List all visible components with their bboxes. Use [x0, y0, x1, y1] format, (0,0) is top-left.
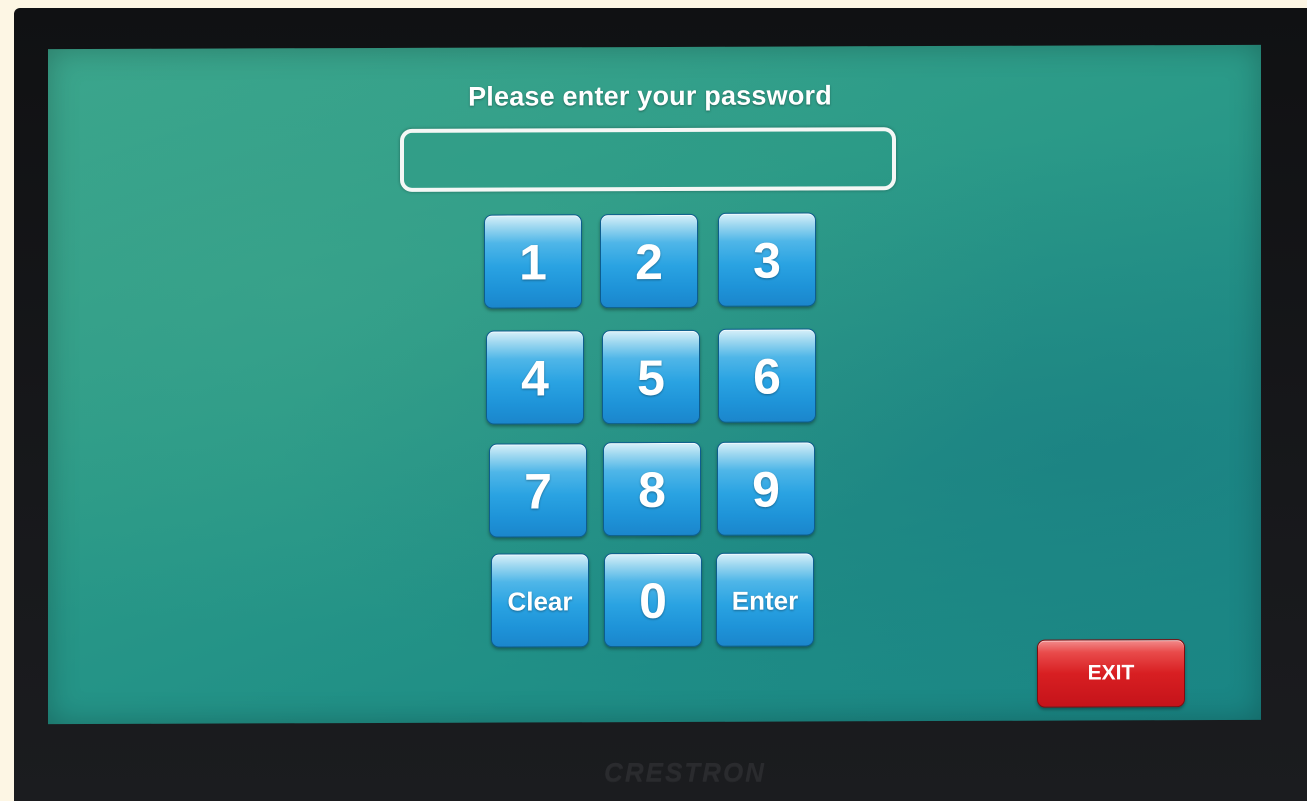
key-9[interactable]: 9: [717, 441, 815, 536]
key-0-label: 0: [639, 572, 667, 630]
touch-screen: Please enter your password 1 2 3 4 5 6 7…: [48, 44, 1261, 725]
key-4-label: 4: [521, 350, 549, 407]
key-2-label: 2: [635, 233, 663, 291]
key-8[interactable]: 8: [603, 441, 701, 537]
key-6[interactable]: 6: [718, 328, 816, 423]
key-3[interactable]: 3: [718, 212, 816, 307]
key-5-label: 5: [637, 349, 665, 407]
crestron-logo: CRESTRON: [604, 757, 766, 787]
key-2[interactable]: 2: [600, 213, 698, 309]
key-9-label: 9: [752, 461, 780, 518]
key-6-label: 6: [753, 348, 781, 405]
key-0[interactable]: 0: [604, 552, 702, 648]
password-field[interactable]: [400, 127, 896, 192]
key-5[interactable]: 5: [602, 329, 700, 425]
key-3-label: 3: [753, 232, 781, 289]
password-prompt-title: Please enter your password: [468, 80, 832, 112]
key-1[interactable]: 1: [484, 214, 582, 309]
clear-button-label: Clear: [507, 586, 573, 617]
key-1-label: 1: [519, 234, 547, 291]
key-8-label: 8: [638, 461, 666, 519]
clear-button[interactable]: Clear: [491, 553, 589, 648]
enter-button[interactable]: Enter: [716, 552, 814, 647]
exit-button[interactable]: EXIT: [1037, 639, 1185, 708]
key-7-label: 7: [524, 463, 552, 520]
enter-button-label: Enter: [731, 585, 799, 616]
key-4[interactable]: 4: [486, 330, 584, 425]
key-7[interactable]: 7: [489, 443, 587, 538]
